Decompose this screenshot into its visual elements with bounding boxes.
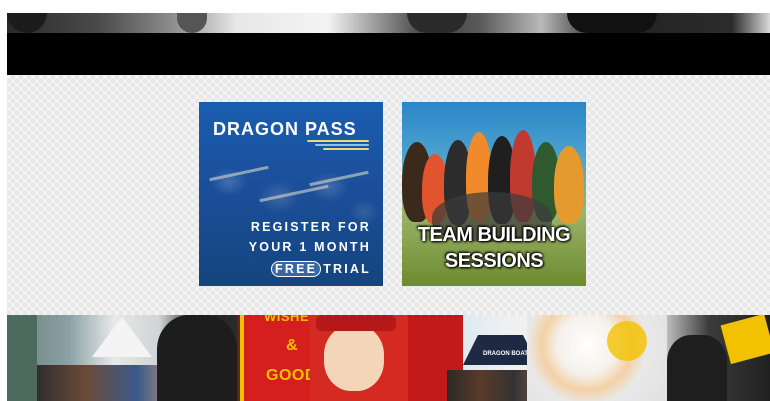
team-building-line1: TEAM BUILDING [417,224,571,246]
rowers-background [199,142,383,232]
top-hero-photo [7,13,770,33]
paddle-shape [309,170,369,187]
mascot-hat [316,315,396,331]
god-of-fortune-costume [310,315,408,401]
yellow-flag [720,315,770,365]
lion-eye [607,321,647,361]
dragon-pass-stripes [307,140,369,152]
paddle-shape [259,184,329,203]
free-badge: FREE [271,261,322,277]
banner-line2: & [286,337,299,354]
dragon-pass-card[interactable]: DRAGON PASS REGISTER FOR YOUR 1 MONTH FR… [199,102,383,286]
promo-section: DRAGON PASS REGISTER FOR YOUR 1 MONTH FR… [7,75,770,315]
photo-figure [567,13,657,33]
person-dark [157,315,237,401]
photo-figure [7,13,47,33]
festival-photo: WISHES & GOOD DRAGON BOAT [7,315,770,401]
dragon-pass-line1: REGISTER FOR [250,220,371,234]
dragon-pass-title: DRAGON PASS [213,119,357,139]
lion-dance-costume [527,315,667,401]
team-building-line2: SESSIONS [444,250,544,272]
photo-left-stall [7,315,37,401]
person-dark [667,335,727,401]
paddle-shape [209,165,269,182]
dragon-pass-line2: YOUR 1 MONTH [248,240,371,254]
mascot-face [324,325,384,391]
boat-sign-text: DRAGON BOAT [483,351,528,357]
tent-roof [92,317,152,357]
trial-text: TRIAL [323,262,371,276]
photo-figure [177,13,207,33]
red-banner: WISHES & GOOD [240,315,318,401]
black-band [7,33,770,75]
photo-figure [407,13,467,33]
team-building-card[interactable]: TEAM BUILDING SESSIONS [402,102,586,286]
dragon-pass-line3: FREE TRIAL [271,261,371,277]
